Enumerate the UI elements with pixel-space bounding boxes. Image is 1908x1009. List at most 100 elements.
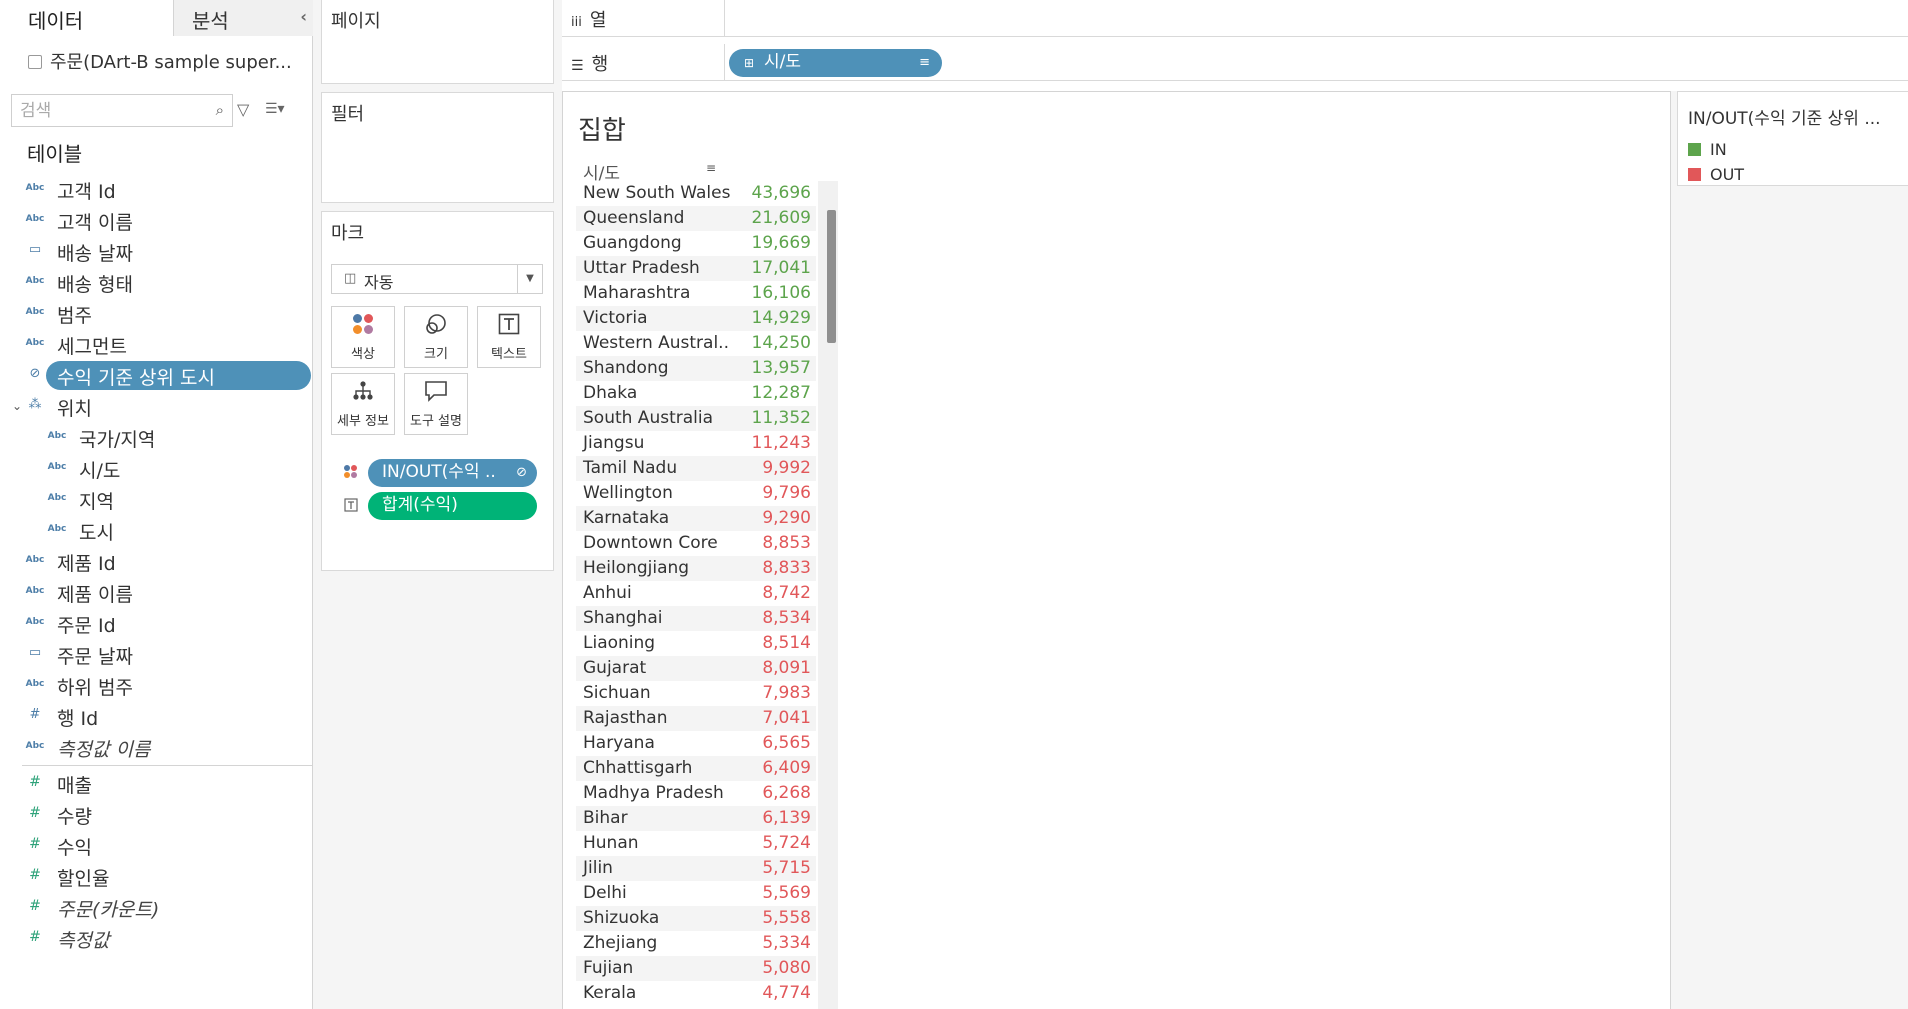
table-row[interactable]: Delhi 5,569 [576,881,816,906]
table-row[interactable]: Gujarat 8,091 [576,656,816,681]
field-item[interactable]: Abc 측정값 이름 [0,732,313,763]
chevron-down-icon[interactable]: ▼ [517,265,542,293]
value-cell[interactable]: 9,992 [762,458,811,478]
value-cell[interactable]: 17,041 [752,258,811,278]
filter-icon[interactable]: ▽ [237,100,249,119]
value-cell[interactable]: 8,742 [762,583,811,603]
field-item[interactable]: ⊘ 수익 기준 상위 도시 [0,360,313,391]
table-row[interactable]: Wellington 9,796 [576,481,816,506]
field-item[interactable]: Abc 제품 이름 [0,577,313,608]
field-item[interactable]: Abc 세그먼트 [0,329,313,360]
table-row[interactable]: Anhui 8,742 [576,581,816,606]
field-item[interactable]: Abc 도시 [0,515,313,546]
view-options-icon[interactable]: ☰▾ [265,101,285,117]
value-cell[interactable]: 6,139 [762,808,811,828]
table-row[interactable]: Fujian 5,080 [576,956,816,981]
table-row[interactable]: Dhaka 12,287 [576,381,816,406]
field-item[interactable]: ▭ 주문 날짜 [0,639,313,670]
measure-item[interactable]: # 매출 [0,768,313,799]
value-cell[interactable]: 8,534 [762,608,811,628]
table-row[interactable]: Rajasthan 7,041 [576,706,816,731]
data-source[interactable]: 주문(DArt-B sample super... [28,48,292,74]
value-cell[interactable]: 14,929 [752,308,811,328]
table-row[interactable]: Maharashtra 16,106 [576,281,816,306]
value-cell[interactable]: 13,957 [752,358,811,378]
table-row[interactable]: Jilin 5,715 [576,856,816,881]
field-item[interactable]: Abc 고객 Id [0,174,313,205]
value-cell[interactable]: 43,696 [752,183,811,203]
value-cell[interactable]: 8,091 [762,658,811,678]
measure-item[interactable]: # 수량 [0,799,313,830]
field-item[interactable]: Abc 고객 이름 [0,205,313,236]
value-cell[interactable]: 5,715 [762,858,811,878]
table-row[interactable]: Madhya Pradesh 6,268 [576,781,816,806]
field-item[interactable]: Abc 지역 [0,484,313,515]
value-cell[interactable]: 7,983 [762,683,811,703]
rows-shelf[interactable]: ☰ 행 ⊞ 시/도 ≡ [562,44,1908,81]
search-input[interactable] [12,95,202,126]
table-row[interactable]: Zhejiang 5,334 [576,931,816,956]
field-item[interactable]: Abc 시/도 [0,453,313,484]
value-cell[interactable]: 16,106 [752,283,811,303]
search-icon[interactable]: ⌕ [216,101,224,119]
field-item[interactable]: Abc 범주 [0,298,313,329]
color-button[interactable]: 색상 [331,306,395,368]
tab-data[interactable]: 데이터 [0,0,174,36]
collapse-pane-icon[interactable]: ‹ [300,7,307,26]
mark-type-dropdown[interactable]: ◫ 자동 ▼ [331,264,543,294]
table-row[interactable]: Queensland 21,609 [576,206,816,231]
value-cell[interactable]: 9,796 [762,483,811,503]
text-button[interactable]: 텍스트 [477,306,541,368]
field-item[interactable]: Abc 하위 범주 [0,670,313,701]
value-cell[interactable]: 5,724 [762,833,811,853]
table-row[interactable]: South Australia 11,352 [576,406,816,431]
table-row[interactable]: Shizuoka 5,558 [576,906,816,931]
table-row[interactable]: Liaoning 8,514 [576,631,816,656]
measure-item[interactable]: # 수익 [0,830,313,861]
table-row[interactable]: Downtown Core 8,853 [576,531,816,556]
size-button[interactable]: 크기 [404,306,468,368]
table-row[interactable]: Haryana 6,565 [576,731,816,756]
table-row[interactable]: Jiangsu 11,243 [576,431,816,456]
table-row[interactable]: Bihar 6,139 [576,806,816,831]
value-cell[interactable]: 5,558 [762,908,811,928]
field-item[interactable]: Abc 주문 Id [0,608,313,639]
value-cell[interactable]: 6,268 [762,783,811,803]
scrollbar-thumb[interactable] [827,210,836,343]
field-item[interactable]: ⌄ ⁂ 위치 [0,391,313,422]
value-cell[interactable]: 11,352 [752,408,811,428]
table-row[interactable]: New South Wales 43,696 [576,181,816,206]
table-row[interactable]: Shandong 13,957 [576,356,816,381]
value-cell[interactable]: 8,833 [762,558,811,578]
table-row[interactable]: Karnataka 9,290 [576,506,816,531]
table-row[interactable]: Hunan 5,724 [576,831,816,856]
field-item[interactable]: ▭ 배송 날짜 [0,236,313,267]
color-field-pill[interactable]: IN/OUT(수익 .. ⊘ [368,459,537,487]
value-cell[interactable]: 4,774 [762,983,811,1003]
value-cell[interactable]: 5,569 [762,883,811,903]
tab-analysis[interactable]: 분석 ‹ [174,0,313,36]
tooltip-button[interactable]: 도구 설명 [404,373,468,435]
value-cell[interactable]: 12,287 [752,383,811,403]
header-sort-icon[interactable]: ≡ [706,161,716,175]
table-row[interactable]: Uttar Pradesh 17,041 [576,256,816,281]
value-cell[interactable]: 8,853 [762,533,811,553]
table-row[interactable]: Guangdong 19,669 [576,231,816,256]
value-cell[interactable]: 7,041 [762,708,811,728]
value-cell[interactable]: 9,290 [762,508,811,528]
measure-item[interactable]: # 측정값 [0,923,313,954]
value-cell[interactable]: 21,609 [752,208,811,228]
table-row[interactable]: Chhattisgarh 6,409 [576,756,816,781]
detail-button[interactable]: 세부 정보 [331,373,395,435]
measure-item[interactable]: # 주문(카운트) [0,892,313,923]
table-row[interactable]: Tamil Nadu 9,992 [576,456,816,481]
chevron-down-icon[interactable]: ⌄ [12,399,22,413]
columns-shelf[interactable]: iii 열 [562,0,1908,37]
field-item[interactable]: Abc 배송 형태 [0,267,313,298]
field-item[interactable]: Abc 국가/지역 [0,422,313,453]
field-item[interactable]: Abc 제품 Id [0,546,313,577]
table-row[interactable]: Victoria 14,929 [576,306,816,331]
measure-item[interactable]: # 할인율 [0,861,313,892]
table-row[interactable]: Western Austral.. 14,250 [576,331,816,356]
value-cell[interactable]: 5,334 [762,933,811,953]
